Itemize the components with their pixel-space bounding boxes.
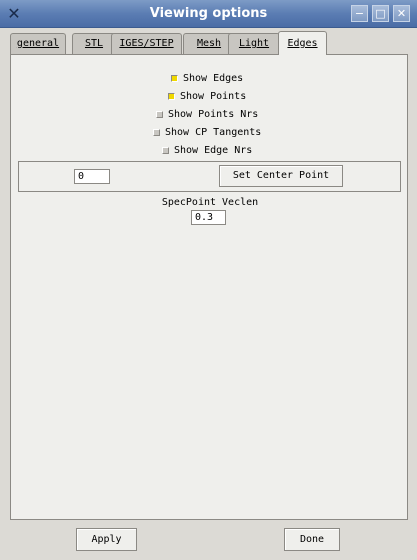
checkbox-indicator[interactable] [156,110,163,118]
tab-iges-step[interactable]: IGES/STEP [111,33,182,55]
checkbox-label: Show Edges [183,73,244,84]
tab-edges[interactable]: Edges [278,31,327,55]
specpoint-veclen-input[interactable]: 0.3 [191,210,226,225]
checkbox-indicator[interactable] [162,146,169,154]
checkbox-indicator[interactable] [171,74,178,82]
title-bar[interactable]: ✕ Viewing options − □ ✕ [0,0,417,28]
maximize-icon[interactable]: □ [372,5,389,22]
checkbox-label: Show Points Nrs [168,109,259,120]
checkbox-indicator[interactable] [153,128,160,136]
show-cp-tangents-checkbox[interactable]: Show CP Tangents [153,126,261,140]
specpoint-veclen-label: SpecPoint Veclen [161,197,259,208]
minimize-icon[interactable]: − [351,5,368,22]
apply-button[interactable]: Apply [76,528,137,551]
show-points-nrs-checkbox[interactable]: Show Points Nrs [156,108,258,122]
close-icon[interactable]: ✕ [393,5,410,22]
tab-light[interactable]: Light [228,33,280,55]
center-point-frame: 0 Set Center Point [18,161,401,192]
checkbox-label: Show CP Tangents [165,127,262,138]
show-edge-nrs-checkbox[interactable]: Show Edge Nrs [162,144,252,158]
tab-general[interactable]: general [10,33,66,55]
show-points-checkbox[interactable]: Show Points [168,90,246,104]
edges-panel: Show Edges Show Points Show Points Nrs S… [10,54,408,520]
tab-stl[interactable]: STL [72,33,116,55]
checkbox-label: Show Points [180,91,247,102]
checkbox-label: Show Edge Nrs [174,145,253,156]
done-button[interactable]: Done [284,528,340,551]
show-edges-checkbox[interactable]: Show Edges [171,72,243,86]
checkbox-indicator[interactable] [168,92,175,100]
set-center-point-button[interactable]: Set Center Point [219,165,343,187]
center-point-input[interactable]: 0 [74,169,110,184]
